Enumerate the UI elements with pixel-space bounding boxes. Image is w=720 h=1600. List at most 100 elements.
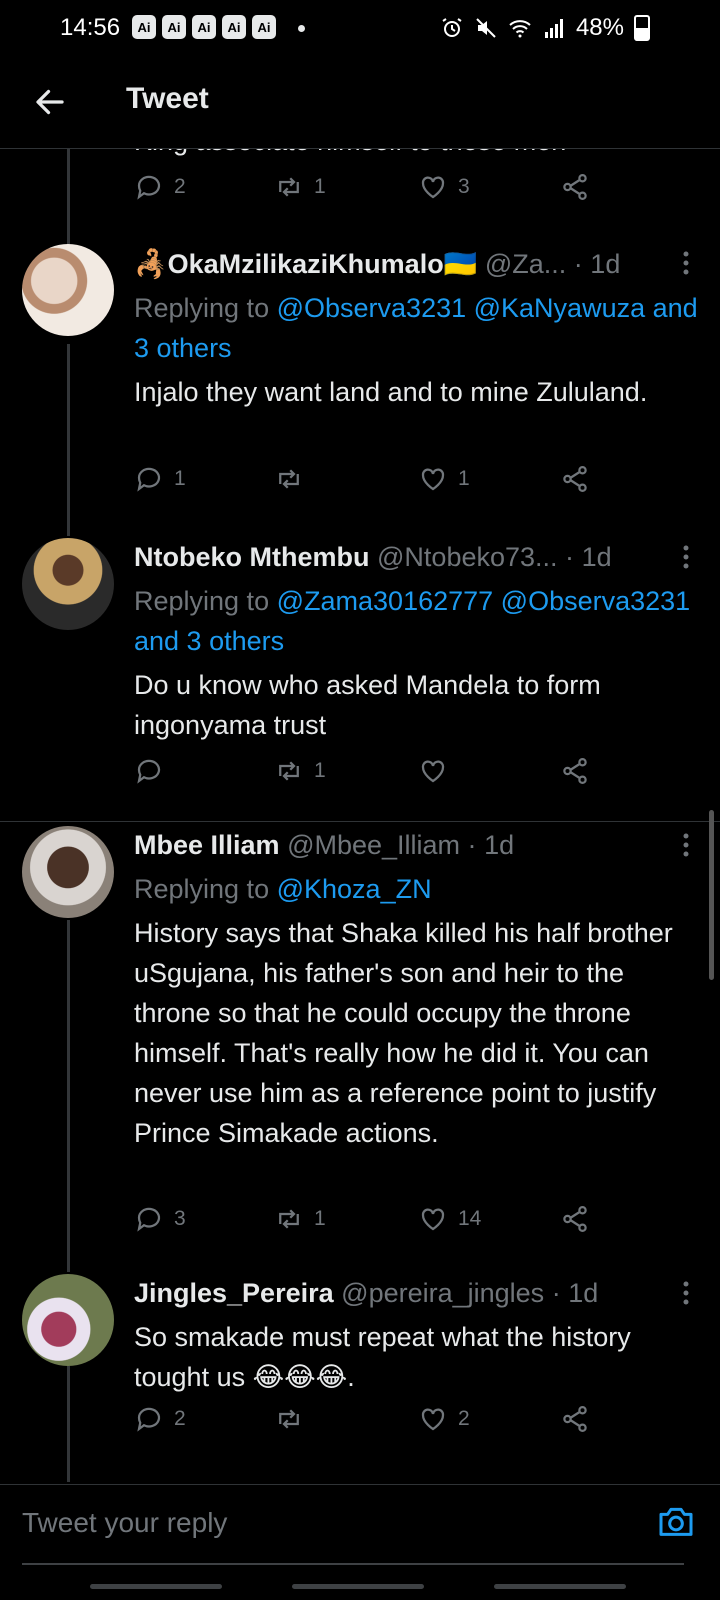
mute-icon <box>476 18 496 38</box>
author-handle[interactable]: @Za... <box>485 249 566 279</box>
like-count: 3 <box>458 175 470 198</box>
alarm-icon <box>442 18 462 37</box>
retweet-icon <box>279 1409 299 1429</box>
heart-icon <box>421 468 445 491</box>
retweet-icon <box>279 1209 299 1229</box>
thread-line <box>67 920 70 1272</box>
share-button[interactable] <box>560 756 590 786</box>
tweet-header: Mbee Illiam @Mbee_Illiam · 1d <box>134 830 702 861</box>
reply-icon <box>137 1207 161 1232</box>
avatar[interactable] <box>22 826 114 918</box>
more-options-icon[interactable] <box>682 1280 690 1306</box>
retweet-icon <box>279 469 299 489</box>
heart-icon <box>421 1208 445 1231</box>
status-time: 14:56 <box>60 14 121 41</box>
like-button[interactable]: 3 <box>418 172 470 202</box>
reply-composer[interactable]: Tweet your reply <box>0 1484 720 1565</box>
nav-home-bar[interactable] <box>292 1584 424 1589</box>
like-count: 2 <box>458 1407 470 1430</box>
separator: · <box>565 542 575 572</box>
retweet-count: 1 <box>314 759 326 782</box>
retweet-button[interactable] <box>274 464 314 494</box>
tweet-header: 🦂OkaMzilikaziKhumalo🇺🇦 @Za... · 1d <box>134 248 702 280</box>
tweet-time: 1d <box>484 830 515 860</box>
avatar[interactable] <box>22 1274 114 1366</box>
reply-icon <box>137 467 161 492</box>
author-handle[interactable]: @Mbee_Illiam <box>287 830 460 860</box>
like-button[interactable]: 1 <box>418 464 470 494</box>
more-options-icon[interactable] <box>682 250 690 276</box>
ai-badge: Ai <box>192 15 216 39</box>
nav-recents-bar[interactable] <box>90 1584 222 1589</box>
tweet-text: So smakade must repeat what the history … <box>134 1322 631 1392</box>
share-icon <box>563 466 587 492</box>
ukraine-flag-icon: 🇺🇦 <box>443 249 478 279</box>
share-button[interactable] <box>560 1404 590 1434</box>
replying-to: Replying to @Observa3231 @KaNyawuza and … <box>134 288 702 368</box>
retweet-button[interactable]: 1 <box>274 172 326 202</box>
ai-badge: Ai <box>222 15 246 39</box>
tweet-time: 1d <box>568 1278 599 1308</box>
reply-input[interactable]: Tweet your reply <box>22 1507 227 1539</box>
nav-back-bar[interactable] <box>494 1584 626 1589</box>
heart-icon <box>421 176 445 199</box>
replying-to-label: Replying to <box>134 293 270 323</box>
retweet-button[interactable]: 1 <box>274 1204 326 1234</box>
tweet-time: 1d <box>590 249 621 279</box>
reply-button[interactable]: 3 <box>134 1204 186 1234</box>
page-title: Tweet <box>126 82 209 115</box>
retweet-count: 1 <box>314 175 326 198</box>
like-button[interactable] <box>418 756 458 786</box>
share-button[interactable] <box>560 1204 590 1234</box>
system-nav-bar <box>0 1566 720 1600</box>
replying-to: Replying to @Zama30162777 @Observa3231 a… <box>134 581 702 661</box>
reply-button[interactable] <box>134 756 174 786</box>
signal-icon <box>544 19 563 38</box>
heart-icon <box>421 1408 445 1431</box>
like-button[interactable]: 14 <box>418 1204 481 1234</box>
share-button[interactable] <box>560 464 590 494</box>
retweet-count: 1 <box>314 1207 326 1230</box>
separator: · <box>573 249 583 279</box>
tweet-header: Jingles_Pereira @pereira_jingles · 1d <box>134 1278 702 1309</box>
like-count: 1 <box>458 467 470 490</box>
reply-button[interactable]: 2 <box>134 172 186 202</box>
share-icon <box>563 758 587 784</box>
reply-count: 1 <box>174 467 186 490</box>
scrollbar[interactable] <box>709 810 714 980</box>
tweet-feed[interactable]: King associate himself to these men 2 1 … <box>0 148 720 1482</box>
author-name[interactable]: Mbee Illiam <box>134 830 280 860</box>
replying-to-label: Replying to <box>134 874 270 904</box>
tweet-text: Do u know who asked Mandela to form ingo… <box>134 670 601 740</box>
like-button[interactable]: 2 <box>418 1404 470 1434</box>
clipped-tweet-text: King associate himself to these men <box>134 148 566 157</box>
mention-links[interactable]: @Khoza_ZN <box>277 874 432 904</box>
avatar[interactable] <box>22 244 114 336</box>
camera-icon[interactable] <box>656 1501 696 1541</box>
tweet-actions: 2 1 3 <box>134 172 604 212</box>
retweet-icon <box>279 177 299 197</box>
ai-badge: Ai <box>252 15 276 39</box>
separator: · <box>467 830 477 860</box>
heart-icon <box>421 760 445 783</box>
more-options-icon[interactable] <box>682 544 690 570</box>
reply-icon <box>137 1407 161 1432</box>
author-handle[interactable]: @pereira_jingles <box>341 1278 544 1308</box>
reply-button[interactable]: 1 <box>134 464 186 494</box>
author-handle[interactable]: @Ntobeko73... <box>377 542 558 572</box>
author-name[interactable]: Ntobeko Mthembu <box>134 542 370 572</box>
battery-percent: 48% <box>575 14 624 41</box>
reply-count: 3 <box>174 1207 186 1230</box>
author-name[interactable]: OkaMzilikaziKhumalo <box>168 249 444 279</box>
author-name[interactable]: Jingles_Pereira <box>134 1278 334 1308</box>
battery-fill <box>636 28 648 39</box>
tweet-actions: 2 2 <box>134 1404 604 1444</box>
back-arrow-icon[interactable] <box>32 84 68 120</box>
more-options-icon[interactable] <box>682 832 690 858</box>
retweet-button[interactable] <box>274 1404 314 1434</box>
retweet-button[interactable]: 1 <box>274 756 326 786</box>
share-button[interactable] <box>560 172 590 202</box>
avatar[interactable] <box>22 538 114 630</box>
reply-button[interactable]: 2 <box>134 1404 186 1434</box>
thread-line <box>67 1366 70 1482</box>
